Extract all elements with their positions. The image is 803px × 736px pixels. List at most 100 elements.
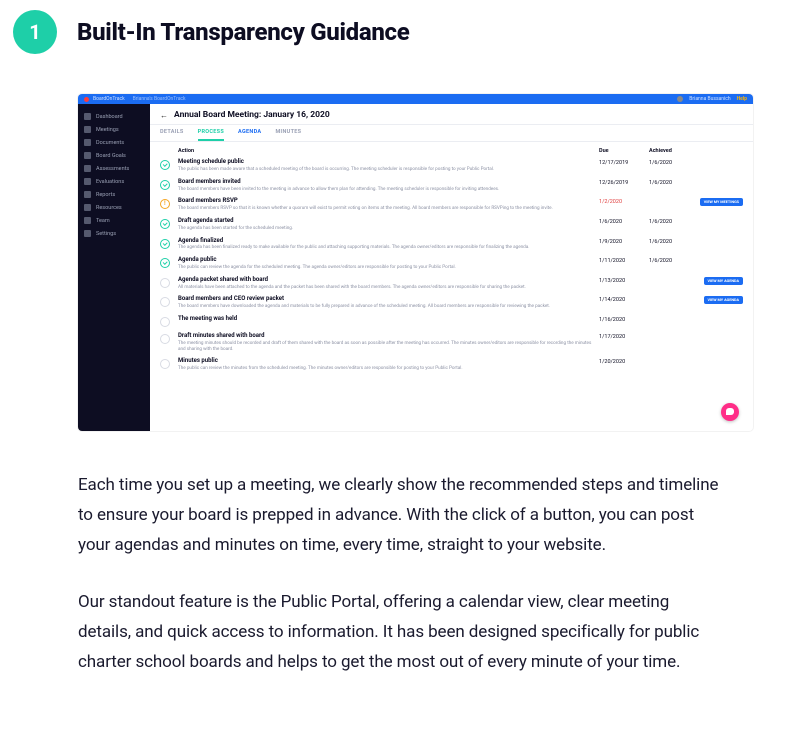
tab-minutes[interactable]: MINUTES xyxy=(275,129,301,141)
action-title: Board members invited xyxy=(178,179,599,186)
action-achieved-date xyxy=(649,198,699,199)
dashboard-icon xyxy=(84,113,91,120)
body-paragraph: Each time you set up a meeting, we clear… xyxy=(78,471,725,560)
action-text: The meeting was held xyxy=(178,316,599,323)
action-text: Meeting schedule publicThe public has be… xyxy=(178,159,599,173)
sidebar-item-label: Resources xyxy=(96,205,122,211)
back-arrow-icon[interactable]: ← xyxy=(160,111,168,120)
tab-process[interactable]: PROCESS xyxy=(198,129,224,141)
sidebar-item-settings[interactable]: Settings xyxy=(78,227,150,240)
status-pending-icon xyxy=(160,278,170,288)
action-title: Agenda packet shared with board xyxy=(178,277,599,284)
sidebar-item-label: Board Goals xyxy=(96,153,126,159)
sidebar-item-team[interactable]: Team xyxy=(78,214,150,227)
resources-icon xyxy=(84,204,91,211)
user-name[interactable]: Brianna Bussanich xyxy=(689,96,730,102)
action-title: Draft minutes shared with board xyxy=(178,333,599,340)
action-list: Meeting schedule publicThe public has be… xyxy=(150,156,753,385)
sidebar-item-label: Evaluations xyxy=(96,179,124,185)
view_agenda-button[interactable]: VIEW MY AGENDA xyxy=(704,277,743,285)
action-achieved-date: 1/6/2020 xyxy=(649,218,699,225)
action-text: Draft minutes shared with boardThe meeti… xyxy=(178,333,599,352)
action-row: Agenda finalizedThe agenda has been fina… xyxy=(160,235,743,255)
action-desc: The agenda has been started for the sche… xyxy=(178,226,599,232)
action-achieved-date xyxy=(649,358,699,359)
col-header-achieved: Achieved xyxy=(649,148,699,154)
evaluations-icon xyxy=(84,178,91,185)
status-pending-icon xyxy=(160,334,170,344)
action-text: Agenda packet shared with boardAll mater… xyxy=(178,277,599,291)
tab-details[interactable]: DETAILS xyxy=(160,129,184,141)
sidebar-item-board-goals[interactable]: Board Goals xyxy=(78,149,150,162)
action-achieved-date: 1/6/2020 xyxy=(649,159,699,166)
sidebar-item-label: Assessments xyxy=(96,166,129,172)
action-title: Board members RSVP xyxy=(178,198,599,205)
chat-bubble-icon[interactable] xyxy=(721,403,739,421)
sidebar-item-label: Reports xyxy=(96,192,115,198)
action-due-date: 12/17/2019 xyxy=(599,159,649,166)
help-link[interactable]: Help xyxy=(737,96,747,102)
tab-agenda[interactable]: AGENDA xyxy=(238,129,261,141)
action-row: Board members and CEO review packetThe b… xyxy=(160,293,743,313)
action-title: Agenda finalized xyxy=(178,238,599,245)
avatar[interactable] xyxy=(677,96,683,102)
action-desc: The public has been made aware that a sc… xyxy=(178,167,599,173)
action-title: Board members and CEO review packet xyxy=(178,296,599,303)
sidebar-item-label: Meetings xyxy=(96,127,119,133)
action-due-date: 1/20/2020 xyxy=(599,358,649,365)
status-done-icon xyxy=(160,160,170,170)
tabs: DETAILS PROCESS AGENDA MINUTES xyxy=(150,125,753,142)
settings-icon xyxy=(84,230,91,237)
sidebar-item-dashboard[interactable]: Dashboard xyxy=(78,110,150,123)
action-desc: The board members have been invited to t… xyxy=(178,187,599,193)
action-row: Agenda publicThe public can review the a… xyxy=(160,254,743,274)
topbar-left: BoardOnTrack Brianna's BoardOnTrack xyxy=(84,96,186,102)
meetings-icon xyxy=(84,126,91,133)
action-button-wrap: VIEW MY MEETINGS xyxy=(699,198,743,206)
sidebar-item-assessments[interactable]: Assessments xyxy=(78,162,150,175)
sidebar-item-documents[interactable]: Documents xyxy=(78,136,150,149)
status-done-icon xyxy=(160,239,170,249)
page-container: 1 Built-In Transparency Guidance BoardOn… xyxy=(0,0,803,736)
brand-name: BoardOnTrack xyxy=(93,96,125,102)
sidebar-item-evaluations[interactable]: Evaluations xyxy=(78,175,150,188)
action-achieved-date xyxy=(649,333,699,334)
workspace-name: Brianna's BoardOnTrack xyxy=(133,96,186,102)
action-achieved-date: 1/6/2020 xyxy=(649,257,699,264)
action-desc: The agenda has been finalized ready to m… xyxy=(178,245,599,251)
action-title: The meeting was held xyxy=(178,316,599,323)
action-due-date: 1/13/2020 xyxy=(599,277,649,284)
action-achieved-date xyxy=(649,296,699,297)
action-title: Agenda public xyxy=(178,257,599,264)
action-desc: The board members have downloaded the ag… xyxy=(178,304,599,310)
action-title: Minutes public xyxy=(178,358,599,365)
action-row: Draft agenda startedThe agenda has been … xyxy=(160,215,743,235)
action-row: Board members invitedThe board members h… xyxy=(160,176,743,196)
action-due-date: 1/17/2020 xyxy=(599,333,649,340)
action-achieved-date xyxy=(649,277,699,278)
view_agenda-button[interactable]: VIEW MY AGENDA xyxy=(704,296,743,304)
action-due-date: 1/16/2020 xyxy=(599,316,649,323)
documents-icon xyxy=(84,139,91,146)
section-number-badge: 1 xyxy=(13,10,57,54)
action-due-date: 12/26/2019 xyxy=(599,179,649,186)
action-text: Minutes publicThe public can review the … xyxy=(178,358,599,372)
action-achieved-date: 1/6/2020 xyxy=(649,179,699,186)
action-text: Draft agenda startedThe agenda has been … xyxy=(178,218,599,232)
view_meetings-button[interactable]: VIEW MY MEETINGS xyxy=(700,198,743,206)
action-text: Agenda finalizedThe agenda has been fina… xyxy=(178,238,599,252)
panel-header: ← Annual Board Meeting: January 16, 2020 xyxy=(150,104,753,125)
action-row: The meeting was held1/16/2020 xyxy=(160,313,743,330)
action-row: Draft minutes shared with boardThe meeti… xyxy=(160,330,743,355)
sidebar-item-label: Documents xyxy=(96,140,124,146)
sidebar-item-meetings[interactable]: Meetings xyxy=(78,123,150,136)
status-done-icon xyxy=(160,258,170,268)
action-achieved-date: 1/6/2020 xyxy=(649,238,699,245)
action-achieved-date xyxy=(649,316,699,317)
topbar-right: Brianna Bussanich Help xyxy=(677,96,747,102)
action-title: Meeting schedule public xyxy=(178,159,599,166)
app-topbar: BoardOnTrack Brianna's BoardOnTrack Bria… xyxy=(78,94,753,104)
columns-header: Action Due Achieved xyxy=(150,142,753,156)
sidebar-item-resources[interactable]: Resources xyxy=(78,201,150,214)
sidebar-item-reports[interactable]: Reports xyxy=(78,188,150,201)
